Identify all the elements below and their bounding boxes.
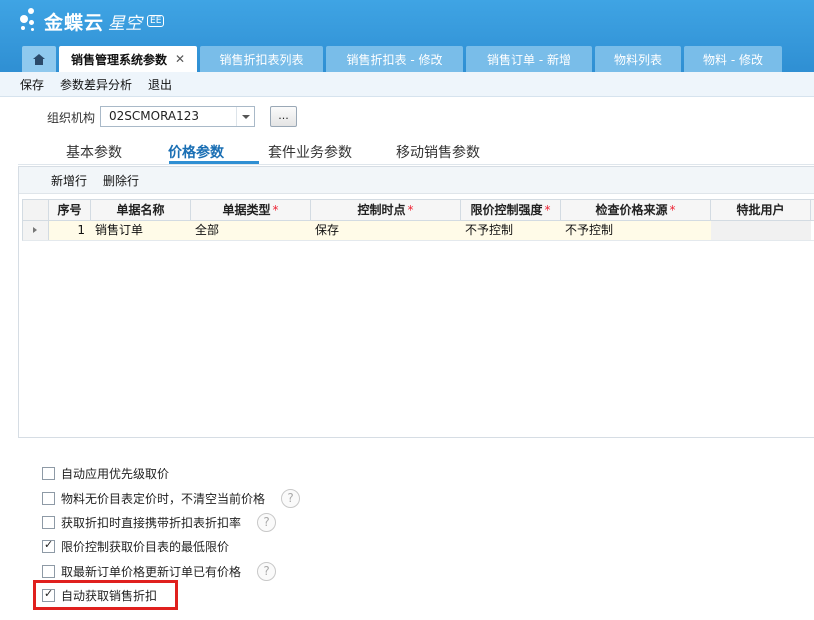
checkbox[interactable] xyxy=(42,491,55,505)
checkbox[interactable] xyxy=(42,564,55,578)
tab-mobile-sales-params[interactable]: 移动销售参数 xyxy=(396,142,480,162)
save-button[interactable]: 保存 xyxy=(20,76,44,93)
cell-limit-strength[interactable]: 不予控制 xyxy=(461,221,561,240)
page-tab-strip: 销售管理系统参数 ✕ 销售折扣表列表 销售折扣表 - 修改 销售订单 - 新增 … xyxy=(22,46,785,72)
checkbox-checked[interactable] xyxy=(42,538,55,553)
add-row-button[interactable]: 新增行 xyxy=(51,172,87,189)
option-carry-discount-rate[interactable]: 获取折扣时直接携带折扣表折扣率 ? xyxy=(42,512,277,532)
column-header-label: 单据类型 xyxy=(222,203,271,217)
org-label: 组织机构 xyxy=(47,111,96,125)
required-mark: * xyxy=(407,203,414,217)
tab-home[interactable] xyxy=(22,46,56,72)
option-label: 获取折扣时直接携带折扣表折扣率 xyxy=(61,515,242,530)
option-label: 物料无价目表定价时，不清空当前价格 xyxy=(61,491,266,506)
delete-row-button[interactable]: 删除行 xyxy=(103,172,139,189)
checkbox[interactable] xyxy=(42,515,55,529)
column-header-special-user[interactable]: 特批用户 xyxy=(711,200,811,220)
param-diff-button[interactable]: 参数差异分析 xyxy=(60,76,132,93)
tab-label: 销售折扣表 - 修改 xyxy=(346,52,443,67)
column-header-label: 单据名称 xyxy=(116,203,165,217)
org-select[interactable]: 02SCMORA123 xyxy=(100,106,255,127)
required-mark: * xyxy=(669,203,676,217)
column-header-label: 检查价格来源 xyxy=(595,203,668,217)
help-icon[interactable]: ? xyxy=(257,561,277,581)
cell-control-point[interactable]: 保存 xyxy=(311,221,461,240)
tab-sales-system-params[interactable]: 销售管理系统参数 ✕ xyxy=(59,46,197,72)
option-auto-priority-price[interactable]: 自动应用优先级取价 xyxy=(42,465,169,481)
logo-subtitle: 星空 xyxy=(108,13,143,34)
tab-label: 销售订单 - 新增 xyxy=(487,52,571,67)
close-icon[interactable]: ✕ xyxy=(175,52,185,66)
column-header-limit-strength[interactable]: 限价控制强度 * xyxy=(461,200,561,220)
checkbox[interactable] xyxy=(42,466,55,480)
column-header-control-point[interactable]: 控制时点 * xyxy=(311,200,461,220)
row-header-corner xyxy=(23,200,49,220)
price-control-grid: 新增行 删除行 序号 单据名称 单据类型 * 控制时点 * 限价控制强度 * 检查价格… xyxy=(18,166,814,438)
cell-price-source[interactable]: 不予控制 xyxy=(561,221,711,240)
home-icon xyxy=(33,53,45,65)
cell-doc-name[interactable]: 销售订单 xyxy=(91,221,191,240)
column-header-label: 限价控制强度 xyxy=(470,203,543,217)
help-icon[interactable]: ? xyxy=(281,488,301,508)
option-label: 限价控制获取价目表的最低限价 xyxy=(61,539,230,554)
column-header-label: 序号 xyxy=(57,203,82,217)
chevron-down-icon[interactable] xyxy=(236,107,254,126)
tab-label: 物料列表 xyxy=(613,52,662,67)
grid-header: 序号 单据名称 单据类型 * 控制时点 * 限价控制强度 * 检查价格来源 * 特批用户 xyxy=(22,199,814,221)
tab-label: 物料 - 修改 xyxy=(703,52,763,67)
grid-toolbar: 新增行 删除行 xyxy=(19,167,814,194)
cell-special-user[interactable] xyxy=(711,221,811,240)
org-browse-button[interactable]: ... xyxy=(270,106,297,127)
column-header-doc-type[interactable]: 单据类型 * xyxy=(191,200,311,220)
tab-kit-business-params[interactable]: 套件业务参数 xyxy=(268,142,352,162)
tab-price-params[interactable]: 价格参数 xyxy=(168,142,224,162)
tab-discount-list[interactable]: 销售折扣表列表 xyxy=(200,46,323,72)
option-update-order-price[interactable]: 取最新订单价格更新订单已有价格 ? xyxy=(42,561,277,581)
logo-text: 金蝶云 xyxy=(44,11,105,34)
required-mark: * xyxy=(544,203,551,217)
option-label: 取最新订单价格更新订单已有价格 xyxy=(61,564,242,579)
app-header: 金蝶云 星空 EE 销售管理系统参数 ✕ 销售折扣表列表 销售折扣表 - 修改 … xyxy=(0,0,814,72)
option-keep-current-price[interactable]: 物料无价目表定价时，不清空当前价格 ? xyxy=(42,488,301,508)
cell-seq[interactable]: 1 xyxy=(49,221,91,240)
table-row[interactable]: 1 销售订单 全部 保存 不予控制 不予控制 xyxy=(22,221,814,241)
column-header-label: 控制时点 xyxy=(357,203,406,217)
annotation-highlight-box xyxy=(33,580,178,610)
edition-badge: EE xyxy=(147,15,165,27)
logo-dots-icon xyxy=(18,6,44,36)
tab-material-edit[interactable]: 物料 - 修改 xyxy=(684,46,782,72)
main-toolbar: 保存 参数差异分析 退出 xyxy=(0,72,814,97)
tab-sales-order-new[interactable]: 销售订单 - 新增 xyxy=(466,46,592,72)
option-min-limit-price[interactable]: 限价控制获取价目表的最低限价 xyxy=(42,538,229,554)
org-select-value: 02SCMORA123 xyxy=(109,109,200,123)
cell-doc-type[interactable]: 全部 xyxy=(191,221,311,240)
row-pointer-icon[interactable] xyxy=(23,221,49,240)
option-label: 自动应用优先级取价 xyxy=(61,466,170,481)
tab-label: 销售折扣表列表 xyxy=(219,52,304,67)
tab-basic-params[interactable]: 基本参数 xyxy=(66,142,122,162)
column-header-seq[interactable]: 序号 xyxy=(49,200,91,220)
tab-label: 销售管理系统参数 xyxy=(70,52,167,67)
column-header-price-source[interactable]: 检查价格来源 * xyxy=(561,200,711,220)
help-icon[interactable]: ? xyxy=(257,512,277,532)
column-header-doc-name[interactable]: 单据名称 xyxy=(91,200,191,220)
tab-material-list[interactable]: 物料列表 xyxy=(595,46,681,72)
tab-discount-edit[interactable]: 销售折扣表 - 修改 xyxy=(326,46,463,72)
app-logo: 金蝶云 星空 EE xyxy=(18,6,165,36)
column-header-label: 特批用户 xyxy=(736,203,785,217)
param-tab-strip: 基本参数 价格参数 套件业务参数 移动销售参数 xyxy=(18,140,814,165)
active-tab-indicator xyxy=(169,161,259,164)
exit-button[interactable]: 退出 xyxy=(148,76,172,93)
required-mark: * xyxy=(272,203,279,217)
